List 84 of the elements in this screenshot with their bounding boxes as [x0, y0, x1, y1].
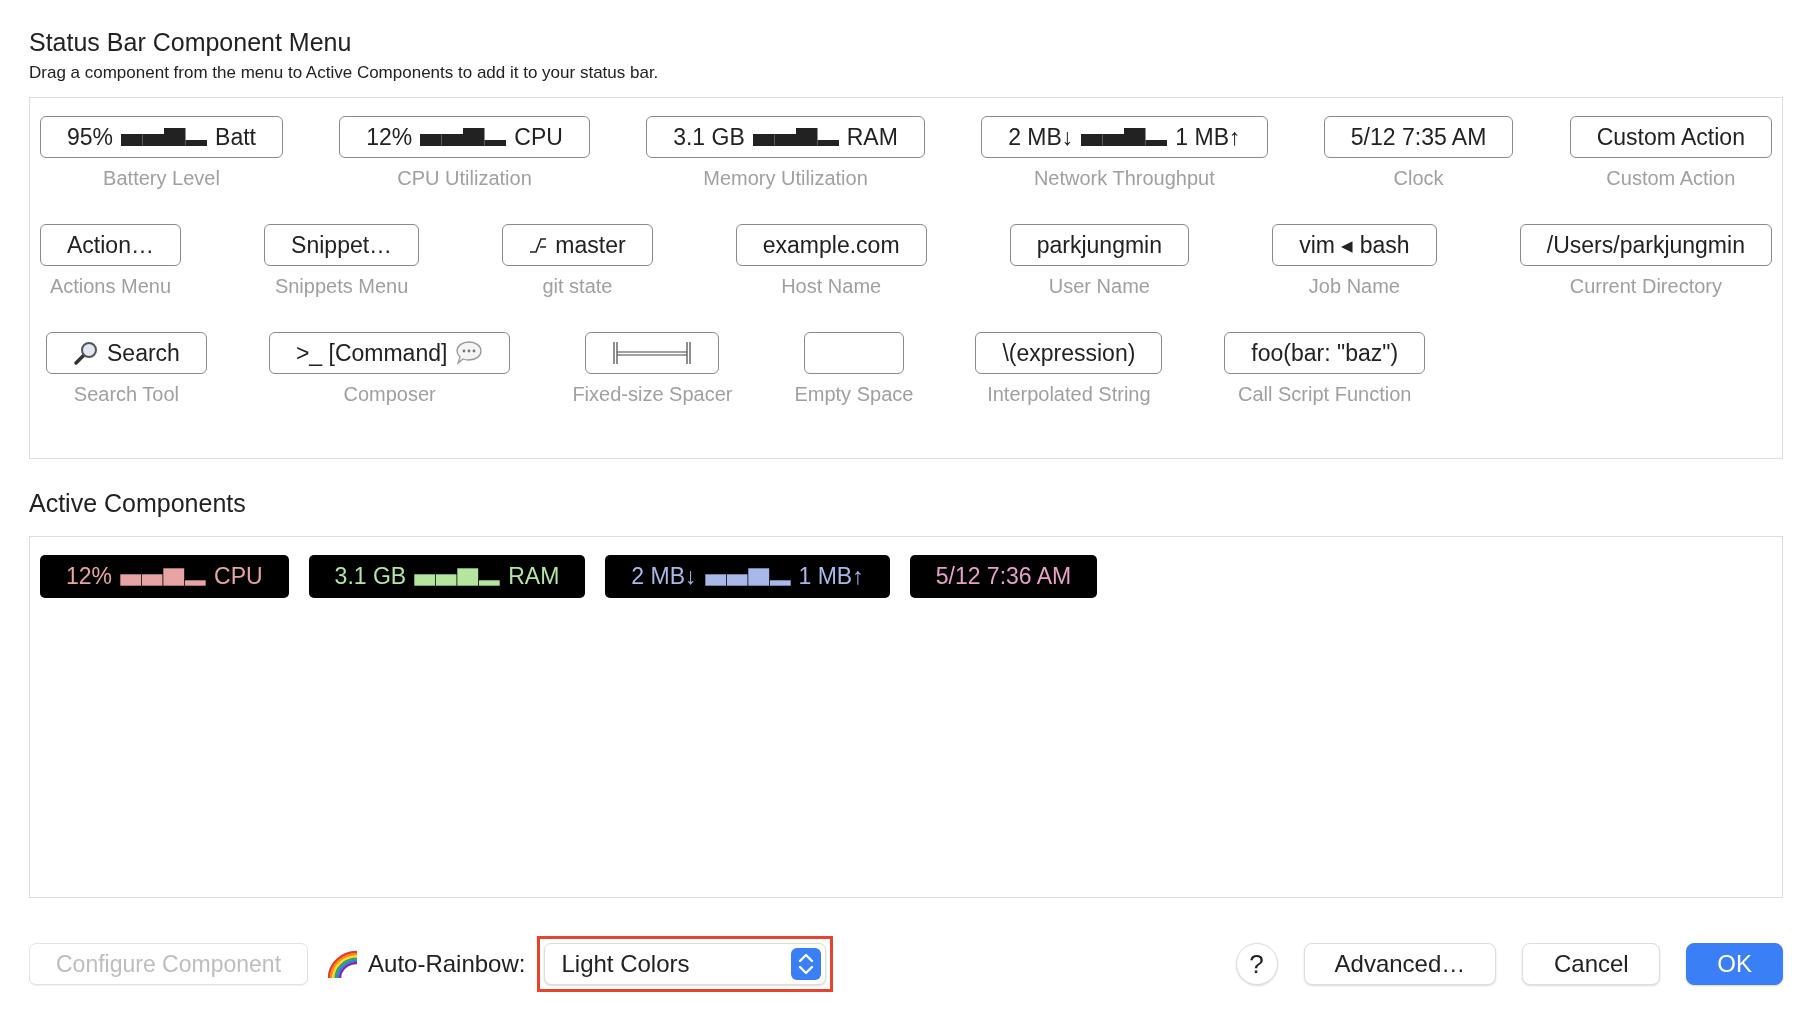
component-text: 3.1 GB	[673, 123, 745, 151]
auto-rainbow-label: Auto-Rainbow:	[368, 950, 526, 978]
color-mode-popup[interactable]: Light Colors	[544, 943, 827, 985]
component-chip[interactable]: example.com	[735, 224, 927, 266]
component-text: 3.1 GB	[334, 563, 407, 590]
component-text: Action…	[67, 231, 154, 259]
component-chip[interactable]	[803, 332, 904, 374]
component-chip[interactable]: Snippet…	[264, 224, 420, 266]
component-text: Search	[107, 339, 180, 367]
component-chip[interactable]: 2 MB↓ 1 MB↑	[981, 116, 1268, 158]
component-label: Composer	[343, 383, 436, 406]
component-text: parkjungmin	[1036, 231, 1162, 259]
component-text: vim ◂ bash	[1299, 231, 1410, 259]
component-text: 1 MB↑	[798, 563, 864, 590]
stepper-icon	[791, 948, 822, 980]
component-label: Host Name	[781, 275, 882, 298]
component-chip[interactable]: Action…	[40, 224, 181, 266]
component-label: Fixed-size Spacer	[572, 383, 733, 406]
component-chip[interactable]: foo(bar: "baz")	[1224, 332, 1426, 374]
component-text: master	[555, 231, 626, 259]
component-text: foo(bar: "baz")	[1251, 339, 1399, 367]
component-chip[interactable]: >_ [Command]	[268, 332, 511, 374]
component-label: Empty Space	[794, 383, 914, 406]
component-label: Current Directory	[1569, 275, 1722, 298]
component-text: 12%	[366, 123, 413, 151]
component-text: 95%	[67, 123, 114, 151]
component-label: User Name	[1048, 275, 1150, 298]
help-button[interactable]: ?	[1235, 943, 1278, 985]
component-text: 5/12 7:36 AM	[935, 563, 1072, 590]
component-text: RAM	[508, 563, 560, 590]
component-label: Actions Menu	[49, 275, 172, 298]
component-text: CPU	[214, 563, 263, 590]
active-component-chip[interactable]: 12% CPU	[40, 555, 289, 598]
ok-button[interactable]: OK	[1686, 943, 1783, 985]
component-label: Call Script Function	[1238, 383, 1412, 406]
component-label: CPU Utilization	[397, 167, 532, 190]
component-chip[interactable]: parkjungmin	[1009, 224, 1189, 266]
component-text: 5/12 7:35 AM	[1350, 123, 1487, 151]
component-chip[interactable]: Custom Action	[1569, 116, 1772, 158]
section-title: Active Components	[29, 489, 246, 518]
component-text: 12%	[66, 563, 113, 590]
component-text: 2 MB↓	[1008, 123, 1074, 151]
component-text: 2 MB↓	[631, 563, 697, 590]
spacer-width-icon	[612, 341, 693, 365]
component-text: \(expression)	[1002, 339, 1136, 367]
component-text: Custom Action	[1596, 123, 1745, 151]
component-text: /Users/parkjungmin	[1546, 231, 1745, 259]
dialog-button[interactable]: Advanced…	[1303, 943, 1497, 985]
component-chip[interactable]: 3.1 GB RAM	[646, 116, 925, 158]
branch-icon	[529, 236, 548, 254]
component-label: Job Name	[1308, 275, 1400, 298]
component-text: 1 MB↑	[1175, 123, 1241, 151]
active-component-chip[interactable]: 5/12 7:36 AM	[909, 555, 1098, 598]
component-text: Snippet…	[291, 231, 393, 259]
component-text: >_ [Command]	[295, 339, 448, 367]
component-chip[interactable]: vim ◂ bash	[1272, 224, 1437, 266]
component-chip[interactable]	[585, 332, 720, 374]
active-component-chip[interactable]: 2 MB↓ 1 MB↑	[605, 555, 890, 598]
component-label: git state	[542, 275, 613, 298]
component-label: Snippets Menu	[274, 275, 409, 298]
component-text: RAM	[846, 123, 898, 151]
component-label: Search Tool	[73, 383, 180, 406]
component-label: Battery Level	[103, 167, 220, 190]
component-chip[interactable]: Search	[46, 332, 207, 374]
instruction-text: Drag a component from the menu to Active Components to add it to your status bar.	[29, 63, 659, 83]
component-chip[interactable]: 12% CPU	[339, 116, 590, 158]
component-chip[interactable]: 5/12 7:35 AM	[1323, 116, 1514, 158]
speech-bubble-icon	[455, 340, 484, 366]
component-chip[interactable]: master	[502, 224, 653, 266]
component-text: CPU	[514, 123, 563, 151]
component-text: example.com	[762, 231, 900, 259]
component-label: Network Throughput	[1033, 167, 1215, 190]
component-label: Memory Utilization	[703, 167, 868, 190]
magnifier-icon	[73, 340, 99, 366]
component-text: Batt	[215, 123, 256, 151]
component-label: Clock	[1393, 167, 1444, 190]
section-title: Status Bar Component Menu	[29, 28, 352, 57]
dialog-button[interactable]: Cancel	[1522, 943, 1661, 985]
active-component-chip[interactable]: 3.1 GB RAM	[308, 555, 586, 598]
component-label: Interpolated String	[987, 383, 1151, 406]
component-chip[interactable]: \(expression)	[975, 332, 1163, 374]
component-label: Custom Action	[1606, 167, 1736, 190]
component-chip[interactable]: /Users/parkjungmin	[1519, 224, 1772, 266]
component-chip[interactable]: 95% Batt	[40, 116, 283, 158]
